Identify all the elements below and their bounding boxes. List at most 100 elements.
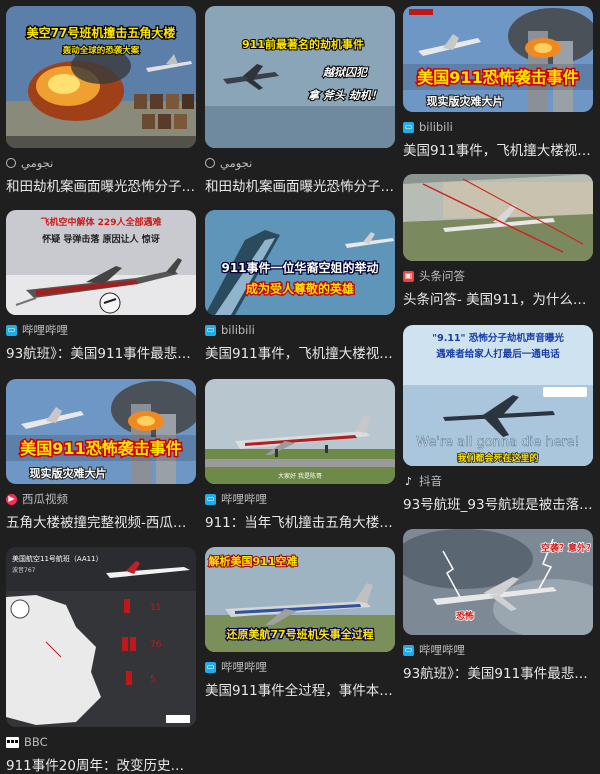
- thumb-subcaption: 还原美航77号班机失事全过程: [225, 627, 373, 641]
- thumb-subcaption: 遇难者给家人打最后一通电话: [436, 348, 560, 360]
- thumb-subcaption: 现实版灾难大片: [30, 466, 107, 480]
- thumb-caption: 911前最著名的劫机事件: [242, 37, 364, 51]
- thumb-subtitle-english: We're all gonna die here!: [416, 435, 579, 450]
- thumb-caption: 美国911恐怖袭击事件: [417, 68, 578, 87]
- result-thumbnail[interactable]: 大家好 我是陈哥: [205, 379, 395, 484]
- results-column-2: 911前最著名的劫机事件 越狱囚犯 拿 斧头 劫机！ نجومي 和田劫机案画面…: [205, 6, 395, 699]
- bilibili-icon: ▭: [205, 661, 216, 673]
- result-card[interactable]: 解析美国911空难 还原美航77号班机失事全过程 ▭ 哔哩哔哩 美国911事件全…: [205, 547, 395, 699]
- bilibili-icon: ▭: [6, 324, 17, 336]
- result-title[interactable]: 美国911事件，飞机撞大楼视频…: [403, 139, 593, 159]
- result-card[interactable]: 911前最著名的劫机事件 越狱囚犯 拿 斧头 劫机！ نجومي 和田劫机案画面…: [205, 6, 395, 195]
- result-thumbnail[interactable]: 911前最著名的劫机事件 越狱囚犯 拿 斧头 劫机！: [205, 6, 395, 148]
- bilibili-icon: ▭: [205, 324, 216, 336]
- xigua-icon: ▶: [6, 493, 17, 505]
- result-card[interactable]: 美国航空11号航班（AA11） 波音767 11 76 5 ▪▪▪ BBC 91…: [6, 547, 196, 774]
- source-name: 抖音: [419, 474, 442, 488]
- bilibili-icon: ▭: [403, 121, 414, 133]
- result-thumbnail[interactable]: [403, 174, 593, 261]
- result-card[interactable]: 911事件一位华裔空姐的举动 成为受人尊敬的英雄 ▭ bilibili 美国91…: [205, 210, 395, 362]
- result-thumbnail[interactable]: "9.11" 恐怖分子劫机声音曝光 遇难者给家人打最后一通电话 We're al…: [403, 325, 593, 466]
- thumb-caption: 空袭？意外？: [541, 542, 593, 554]
- result-card[interactable]: 美国911恐怖袭击事件 现实版灾难大片 ▭ bilibili 美国911事件，飞…: [403, 6, 593, 159]
- thumb-subcaption: 怀疑 导弹击落 原因让人 惊讶: [42, 233, 159, 245]
- result-title[interactable]: 和田劫机案画面曝光恐怖分子企图…: [205, 175, 395, 195]
- aa77-crash-analysis-image: 解析美国911空难 还原美航77号班机失事全过程: [205, 547, 395, 652]
- result-source[interactable]: ▭ 哔哩哔哩: [403, 643, 593, 657]
- bbc-infographic-image: 美国航空11号航班（AA11） 波音767 11 76 5: [6, 547, 196, 727]
- result-thumbnail[interactable]: 空袭？意外？ 恐怖: [403, 529, 593, 635]
- thumb-caption: 大家好 我是陈哥: [278, 472, 322, 480]
- result-source[interactable]: ▪▪▪ BBC: [6, 735, 196, 749]
- thumb-subcaption: 恐怖: [456, 610, 474, 622]
- flight-attendant-story-image: 911事件一位华裔空姐的举动 成为受人尊敬的英雄: [205, 210, 395, 315]
- result-title[interactable]: 美国911事件，飞机撞大楼视频…: [205, 342, 395, 362]
- result-thumbnail[interactable]: 飞机空中解体 229人全部遇难 怀疑 导弹击落 原因让人 惊讶: [6, 210, 196, 315]
- thumb-subcaption: 成为受人尊敬的英雄: [246, 281, 354, 296]
- thumb-caption: 飞机空中解体 229人全部遇难: [41, 216, 162, 228]
- source-name: 西瓜视频: [22, 492, 68, 506]
- result-thumbnail[interactable]: 美国911恐怖袭击事件 现实版灾难大片: [6, 379, 196, 484]
- result-source[interactable]: ▭ bilibili: [403, 120, 593, 134]
- result-thumbnail[interactable]: 美国航空11号航班（AA11） 波音767 11 76 5: [6, 547, 196, 727]
- thumb-caption: 美空77号班机撞击五角大楼: [27, 25, 176, 40]
- storm-plane-image: 空袭？意外？ 恐怖: [403, 529, 593, 635]
- result-card[interactable]: 空袭？意外？ 恐怖 ▭ 哔哩哔哩 93航班》：美国911事件最悲壮…: [403, 529, 593, 682]
- source-name: 哔哩哔哩: [221, 492, 267, 506]
- source-name: bilibili: [221, 323, 255, 337]
- thumb-subcaption: 轰动全球的恐袭大案: [62, 45, 140, 56]
- result-thumbnail[interactable]: 911事件一位华裔空姐的举动 成为受人尊敬的英雄: [205, 210, 395, 315]
- result-source[interactable]: ▭ 哔哩哔哩: [205, 660, 395, 674]
- source-name: 哔哩哔哩: [22, 323, 68, 337]
- thumb-subcaption: 越狱囚犯: [322, 66, 369, 79]
- result-title[interactable]: 911：当年飞机撞击五角大楼的…: [205, 511, 395, 531]
- wtc-attack-image: 美国911恐怖袭击事件 现实版灾难大片: [403, 6, 593, 112]
- source-name: نجومي: [220, 156, 253, 170]
- results-column-1: 美空77号班机撞击五角大楼 轰动全球的恐袭大案 نجومي 和田劫机案画面曝光恐…: [6, 6, 196, 774]
- result-source[interactable]: ▣ 头条问答: [403, 269, 593, 283]
- source-name: bilibili: [419, 120, 453, 134]
- result-thumbnail[interactable]: 解析美国911空难 还原美航77号班机失事全过程: [205, 547, 395, 652]
- thumb-subcaption: 拿 斧头 劫机！: [308, 89, 382, 102]
- toutiao-icon: ▣: [403, 270, 414, 282]
- result-title[interactable]: 93航班》：美国911事件最悲壮…: [403, 662, 593, 682]
- result-thumbnail[interactable]: 美国911恐怖袭击事件 现实版灾难大片: [403, 6, 593, 112]
- result-card[interactable]: ▣ 头条问答 头条问答- 美国911，为什么…: [403, 174, 593, 308]
- result-title[interactable]: 93号航班_93号航班是被击落的吗…: [403, 493, 593, 513]
- source-name: 头条问答: [419, 269, 465, 283]
- thumb-caption: 911事件一位华裔空姐的举动: [221, 260, 378, 275]
- result-card[interactable]: 美国911恐怖袭击事件 现实版灾难大片 ▶ 西瓜视频 五角大楼被撞完整视频-西瓜…: [6, 379, 196, 531]
- result-title[interactable]: 911事件20周年：改变历史的那…: [6, 754, 196, 774]
- result-source[interactable]: نجومي: [6, 156, 196, 170]
- result-card[interactable]: 大家好 我是陈哥 ▭ 哔哩哔哩 911：当年飞机撞击五角大楼的…: [205, 379, 395, 531]
- result-title[interactable]: 美国911事件全过程，事件本身比…: [205, 679, 395, 699]
- result-title[interactable]: 头条问答- 美国911，为什么…: [403, 288, 593, 308]
- result-title[interactable]: 93航班》：美国911事件最悲壮…: [6, 342, 196, 362]
- stat-value: 11: [150, 603, 161, 613]
- results-column-3: 美国911恐怖袭击事件 现实版灾难大片 ▭ bilibili 美国911事件，飞…: [403, 6, 593, 682]
- result-thumbnail[interactable]: 美空77号班机撞击五角大楼 轰动全球的恐袭大案: [6, 6, 196, 148]
- thumb-subcaption: 现实版灾难大片: [427, 94, 504, 108]
- globe-icon: [6, 158, 16, 168]
- result-source[interactable]: نجومي: [205, 156, 395, 170]
- result-title[interactable]: 和田劫机案画面曝光恐怖分子企图…: [6, 175, 196, 195]
- result-source[interactable]: ▶ 西瓜视频: [6, 492, 196, 506]
- globe-icon: [205, 158, 215, 168]
- thumb-subcaption: 波音767: [12, 566, 36, 574]
- stat-value: 76: [150, 640, 162, 650]
- airliner-landing-image: 大家好 我是陈哥: [205, 379, 395, 484]
- result-card[interactable]: "9.11" 恐怖分子劫机声音曝光 遇难者给家人打最后一通电话 We're al…: [403, 325, 593, 513]
- bilibili-icon: ▭: [205, 493, 216, 505]
- flight93-recording-image: "9.11" 恐怖分子劫机声音曝光 遇难者给家人打最后一通电话 We're al…: [403, 325, 593, 466]
- result-title[interactable]: 五角大楼被撞完整视频-西瓜视频: [6, 511, 196, 531]
- source-name: نجومي: [21, 156, 54, 170]
- stat-value: 5: [150, 675, 156, 685]
- result-source[interactable]: ▭ 哔哩哔哩: [205, 492, 395, 506]
- result-card[interactable]: 美空77号班机撞击五角大楼 轰动全球的恐袭大案 نجومي 和田劫机案画面曝光恐…: [6, 6, 196, 195]
- result-source[interactable]: ▭ bilibili: [205, 323, 395, 337]
- hijacked-plane-sky-image: 911前最著名的劫机事件 越狱囚犯 拿 斧头 劫机！: [205, 6, 395, 148]
- result-source[interactable]: ♪ 抖音: [403, 474, 593, 488]
- thumb-caption: 解析美国911空难: [209, 554, 298, 568]
- result-source[interactable]: ▭ 哔哩哔哩: [6, 323, 196, 337]
- result-card[interactable]: 飞机空中解体 229人全部遇难 怀疑 导弹击落 原因让人 惊讶 ▭ 哔哩哔哩 9…: [6, 210, 196, 362]
